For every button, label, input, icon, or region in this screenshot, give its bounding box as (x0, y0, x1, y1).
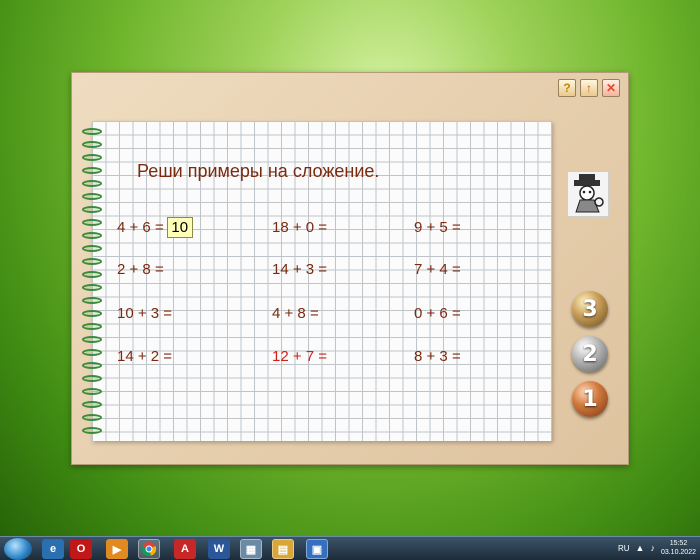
clock[interactable]: 15:52 03.10.2022 (661, 539, 696, 557)
spiral-ring (82, 180, 102, 187)
help-button[interactable]: ? (558, 79, 576, 97)
spiral-ring (82, 154, 102, 161)
exercise-1-4: 14 + 2 = (117, 348, 172, 365)
spiral-ring (82, 284, 102, 291)
spiral-ring (82, 401, 102, 408)
spiral-ring (82, 258, 102, 265)
exercise-3-2: 7 + 4 = (414, 261, 461, 278)
task-title: Реши примеры на сложение. (137, 161, 380, 181)
start-button[interactable] (4, 538, 32, 560)
exercise-2-4: 12 + 7 = (272, 348, 327, 365)
exercise-text: 18 + 0 = (272, 219, 328, 236)
opera-icon[interactable]: O (70, 539, 92, 559)
spiral-ring (82, 141, 102, 148)
exercise-2-2: 14 + 3 = (272, 261, 327, 278)
spiral-ring (82, 310, 102, 317)
spiral-ring (82, 297, 102, 304)
spiral-ring (82, 271, 102, 278)
spiral-ring (82, 206, 102, 213)
detective-icon (574, 174, 604, 213)
notebook-spiral (82, 128, 104, 448)
chrome-logo-icon (141, 542, 157, 557)
spiral-ring (82, 349, 102, 356)
explorer-icon[interactable]: e (42, 539, 64, 559)
spiral-ring (82, 362, 102, 369)
clock-time: 15:52 (669, 540, 688, 547)
spiral-ring (82, 219, 102, 226)
spiral-ring (82, 128, 102, 135)
pdf-icon[interactable]: A (174, 539, 196, 559)
spiral-ring (82, 375, 102, 382)
detective-avatar-icon[interactable] (567, 171, 609, 217)
spiral-ring (82, 414, 102, 421)
taskbar: e O ▶ A W ▦ ▤ ▣ RU ▲ ♪ 15:52 03.10.2022 (0, 536, 700, 560)
spiral-ring (82, 336, 102, 343)
exercise-1-2: 2 + 8 = (117, 261, 164, 278)
answer-field[interactable]: 10 (166, 217, 193, 238)
media-player-icon[interactable]: ▶ (106, 539, 128, 559)
exercise-text: 7 + 4 = (414, 261, 461, 278)
exercise-text: 9 + 5 = (414, 219, 461, 236)
exercise-text: 4 + 6 = (117, 219, 164, 236)
language-indicator[interactable]: RU (618, 544, 630, 553)
exercise-2-3: 4 + 8 = (272, 305, 319, 322)
photo-viewer-icon[interactable]: ▦ (240, 539, 262, 559)
spiral-ring (82, 167, 102, 174)
close-button[interactable]: ✕ (602, 79, 620, 97)
chrome-icon[interactable] (138, 539, 160, 559)
exercise-text: 4 + 8 = (272, 305, 319, 322)
level-1-button[interactable]: 1 (572, 381, 608, 417)
level-2-button[interactable]: 2 (572, 336, 608, 372)
spiral-ring (82, 427, 102, 434)
exercise-1-1: 4 + 6 = 10 (117, 217, 193, 238)
exercise-3-1: 9 + 5 = (414, 219, 461, 236)
window-controls: ? ↑ ✕ (558, 79, 620, 97)
spiral-ring (82, 323, 102, 330)
exercise-text: 14 + 2 = (117, 348, 173, 365)
notepad-icon[interactable]: ▣ (306, 539, 328, 559)
volume-icon[interactable]: ♪ (650, 543, 655, 553)
files-icon[interactable]: ▤ (272, 539, 294, 559)
clock-date: 03.10.2022 (660, 549, 696, 556)
spiral-ring (82, 193, 102, 200)
exercise-text: 2 + 8 = (117, 261, 164, 278)
spiral-ring (82, 388, 102, 395)
app-window: ? ↑ ✕ Реши примеры на сложение. 4 + 6 = … (71, 72, 629, 465)
network-icon[interactable]: ▲ (636, 543, 645, 553)
exercise-1-3: 10 + 3 = (117, 305, 172, 322)
spiral-ring (82, 232, 102, 239)
system-tray: RU ▲ ♪ 15:52 03.10.2022 (618, 539, 696, 557)
exercise-text: 0 + 6 = (414, 305, 461, 322)
word-icon[interactable]: W (208, 539, 230, 559)
level-3-button[interactable]: 3 (572, 291, 608, 327)
notebook-page: Реши примеры на сложение. 4 + 6 = 10 2 +… (92, 121, 552, 441)
exercise-text: 8 + 3 = (414, 348, 461, 365)
exercise-2-1: 18 + 0 = (272, 219, 327, 236)
exercise-text: 12 + 7 = (272, 348, 328, 365)
exercise-text: 10 + 3 = (117, 305, 173, 322)
exercise-text: 14 + 3 = (272, 261, 328, 278)
spiral-ring (82, 245, 102, 252)
exercise-3-3: 0 + 6 = (414, 305, 461, 322)
exercise-3-4: 8 + 3 = (414, 348, 461, 365)
back-button[interactable]: ↑ (580, 79, 598, 97)
